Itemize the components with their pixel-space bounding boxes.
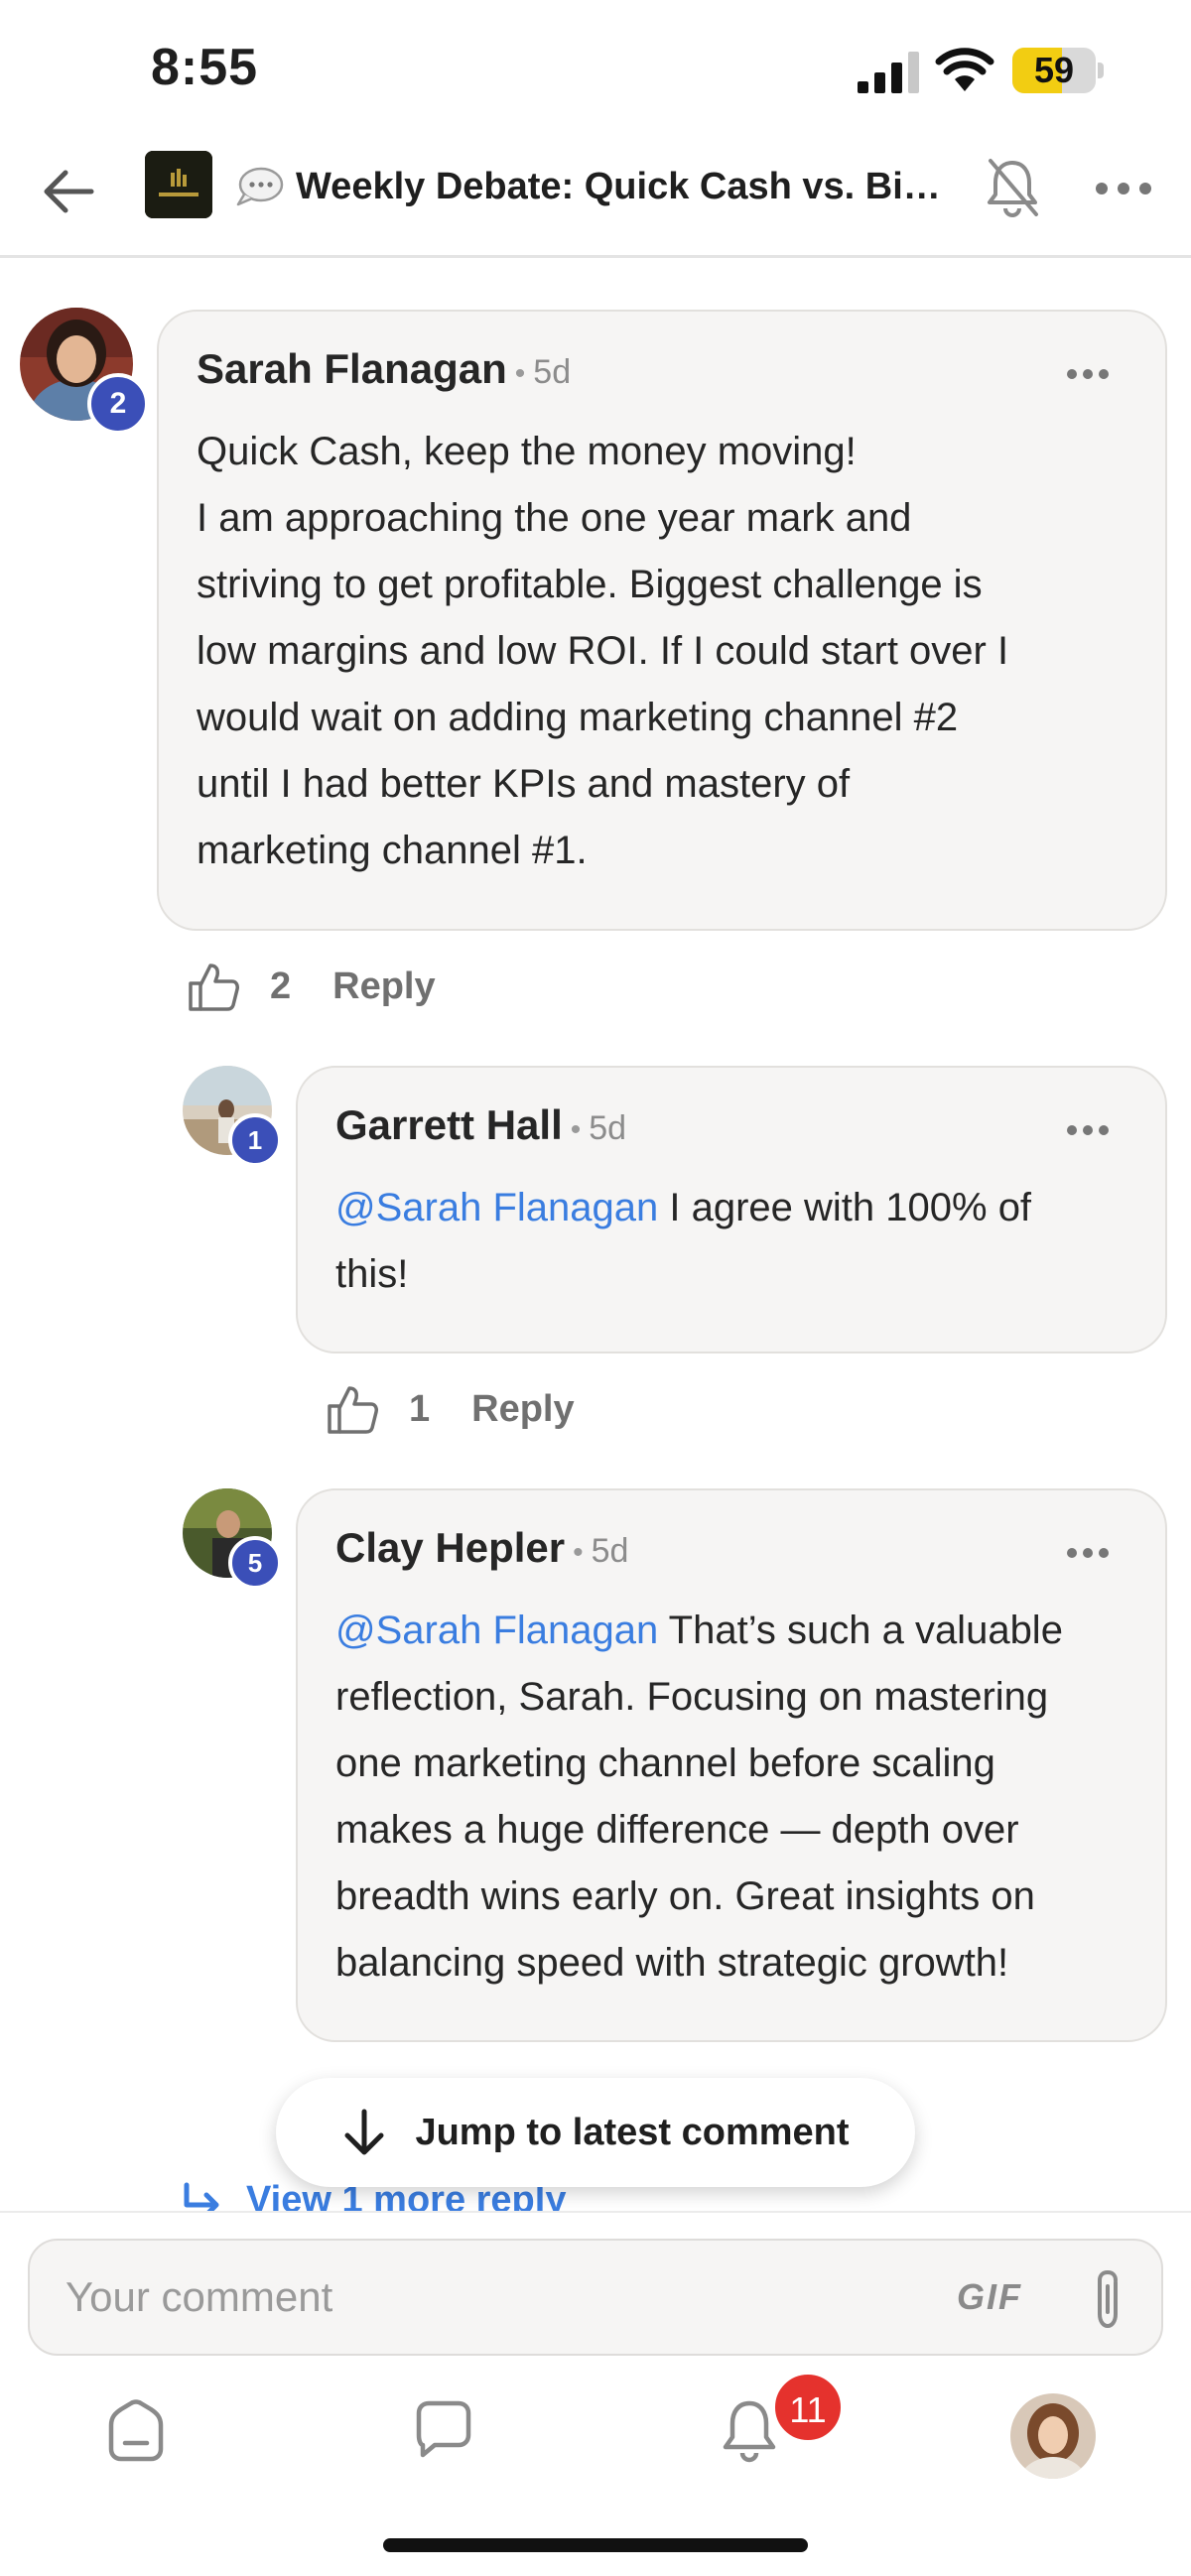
more-horizontal-icon[interactable] bbox=[1066, 1546, 1110, 1560]
notification-count-badge: 11 bbox=[772, 2372, 844, 2443]
level-badge: 1 bbox=[228, 1113, 282, 1167]
profile-avatar[interactable] bbox=[1010, 2393, 1096, 2479]
post-title-text: Weekly Debate: Quick Cash vs. Big... bbox=[296, 165, 949, 207]
comment-body: @Sarah Flanagan I agree with 100% of thi… bbox=[335, 1186, 1032, 1296]
mention-link[interactable]: @Sarah Flanagan bbox=[335, 1186, 658, 1229]
like-count: 2 bbox=[270, 965, 292, 1007]
comment-bubble: Garrett Hall • 5d @Sarah Flanagan I agree … bbox=[296, 1066, 1167, 1353]
comment-age: 5d bbox=[533, 353, 572, 391]
speech-bubble-icon bbox=[236, 167, 284, 206]
thumbs-up-icon[interactable] bbox=[187, 960, 240, 1013]
reply-button[interactable]: Reply bbox=[471, 1388, 574, 1431]
comment-clay: 5 Clay Hepler • 5d @Sarah Flanagan That’s … bbox=[0, 1484, 1191, 2060]
more-horizontal-icon[interactable] bbox=[1066, 367, 1110, 381]
reply-button[interactable]: Reply bbox=[332, 966, 435, 1008]
level-badge: 2 bbox=[87, 373, 149, 435]
comment-age: 5d bbox=[589, 1109, 627, 1147]
bell-off-icon[interactable] bbox=[983, 155, 1042, 220]
battery-level: 59 bbox=[1033, 50, 1075, 90]
comment-actions: 2 Reply bbox=[187, 957, 436, 1016]
comment-bubble: Clay Hepler • 5d @Sarah Flanagan That’s su… bbox=[296, 1488, 1167, 2042]
author-name[interactable]: Sarah Flanagan bbox=[197, 345, 507, 392]
comment-sarah: 2 Sarah Flanagan • 5d Quick Cash, keep the… bbox=[0, 298, 1191, 1032]
home-icon[interactable] bbox=[101, 2395, 171, 2465]
post-header: Weekly Debate: Quick Cash vs. Big... bbox=[0, 139, 1191, 258]
battery-icon: 59 bbox=[1012, 48, 1104, 93]
author-name[interactable]: Clay Hepler bbox=[335, 1524, 565, 1571]
jump-to-latest-button[interactable]: Jump to latest comment bbox=[276, 2078, 915, 2187]
status-bar: 8:55 59 bbox=[0, 0, 1191, 139]
comment-age: 5d bbox=[591, 1532, 629, 1570]
comment-composer: GIF bbox=[28, 2239, 1163, 2356]
like-count: 1 bbox=[409, 1387, 431, 1430]
gif-button[interactable]: GIF bbox=[957, 2276, 1022, 2318]
comment-input[interactable] bbox=[66, 2264, 939, 2330]
comment-bubble: Sarah Flanagan • 5d Quick Cash, keep the m… bbox=[157, 310, 1167, 931]
more-horizontal-icon[interactable] bbox=[1092, 169, 1155, 208]
thumbs-up-icon[interactable] bbox=[326, 1382, 379, 1436]
comment-actions: 1 Reply bbox=[326, 1379, 575, 1439]
chat-icon[interactable] bbox=[409, 2395, 478, 2465]
status-time: 8:55 bbox=[151, 39, 259, 96]
paperclip-icon[interactable] bbox=[1086, 2266, 1129, 2332]
level-badge: 5 bbox=[228, 1536, 282, 1590]
post-title: Weekly Debate: Quick Cash vs. Big... bbox=[234, 157, 949, 216]
comment-body: @Sarah Flanagan That’s such a valuable r… bbox=[335, 1609, 1063, 1985]
wifi-icon bbox=[935, 48, 994, 91]
back-arrow-icon[interactable] bbox=[36, 159, 101, 224]
cellular-signal-icon bbox=[858, 52, 919, 93]
more-horizontal-icon[interactable] bbox=[1066, 1123, 1110, 1137]
author-name[interactable]: Garrett Hall bbox=[335, 1101, 563, 1148]
comment-body: Quick Cash, keep the money moving! I am … bbox=[197, 430, 1009, 872]
mention-link[interactable]: @Sarah Flanagan bbox=[335, 1609, 658, 1652]
community-logo[interactable] bbox=[145, 151, 212, 218]
arrow-down-icon bbox=[344, 2109, 384, 2155]
comment-garrett: 1 Garrett Hall • 5d @Sarah Flanagan I agre… bbox=[0, 1062, 1191, 1459]
home-indicator bbox=[383, 2538, 808, 2552]
